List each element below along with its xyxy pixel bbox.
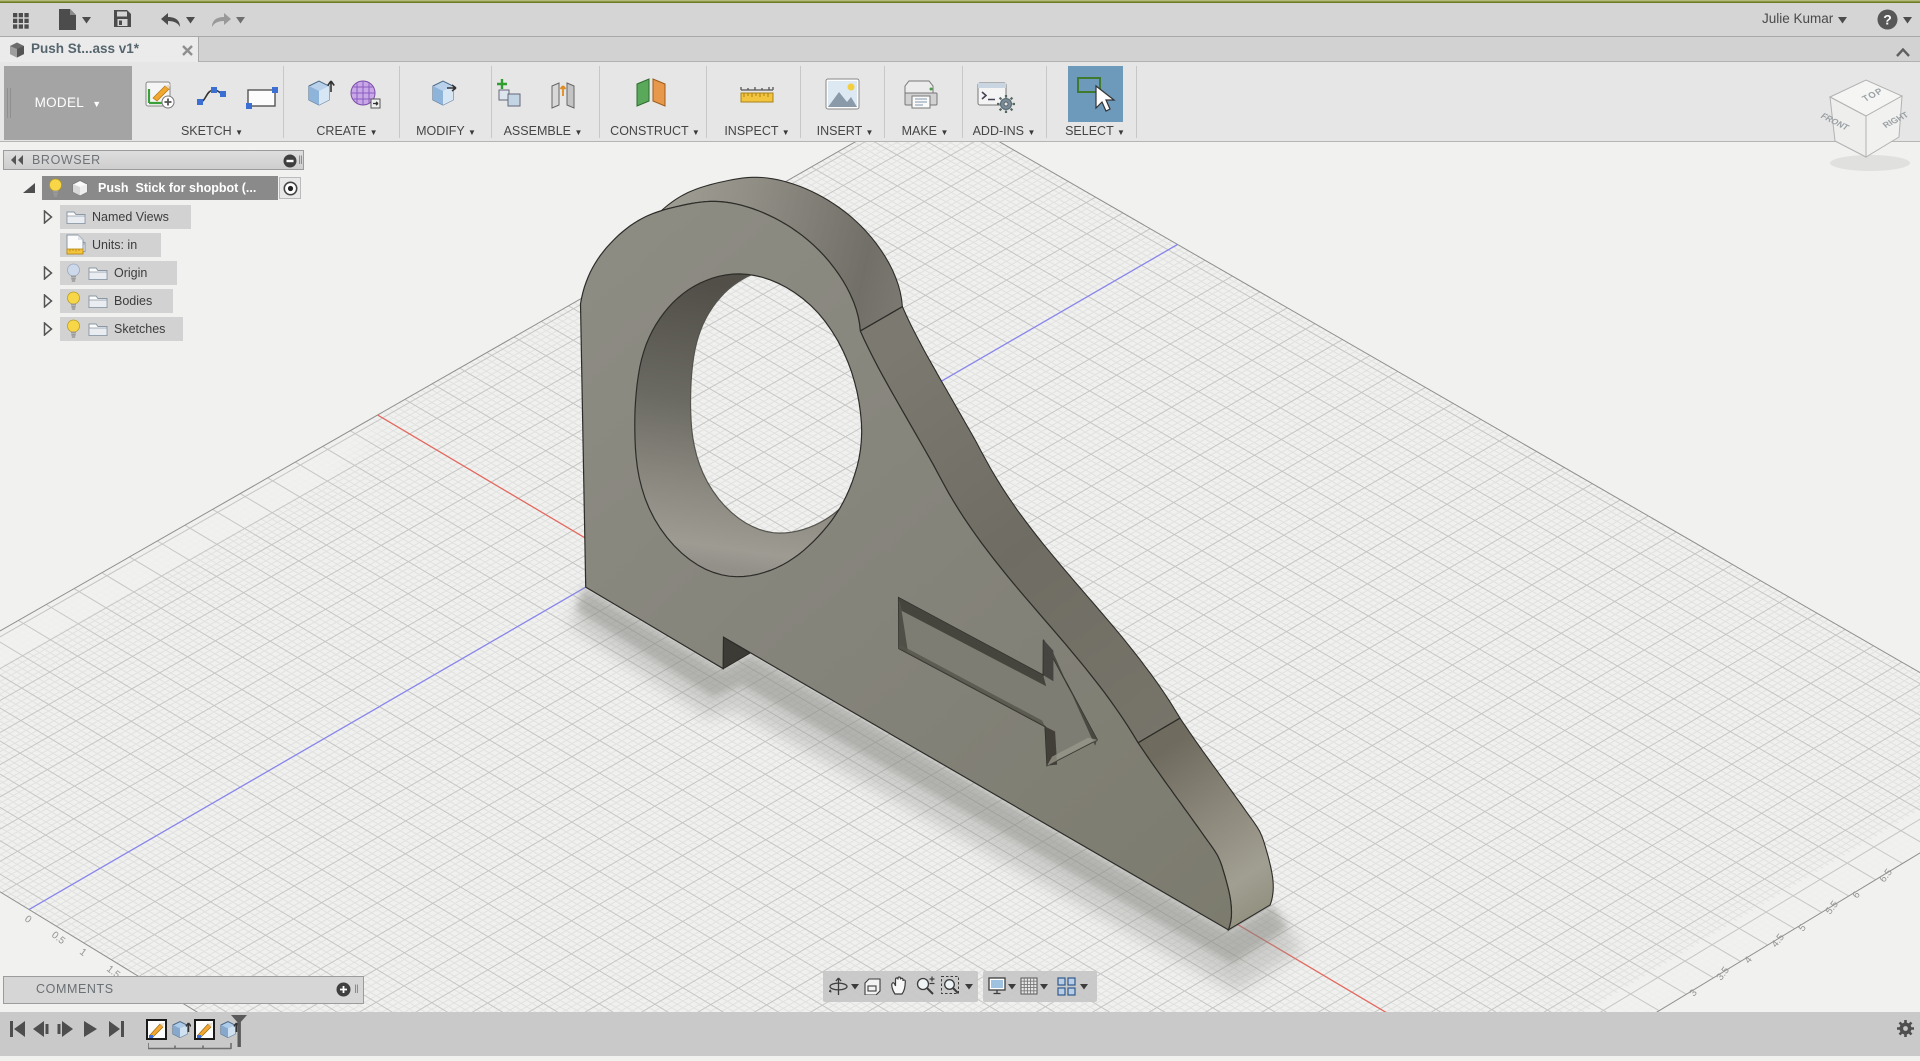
svg-text:?: ? [1883,12,1892,28]
